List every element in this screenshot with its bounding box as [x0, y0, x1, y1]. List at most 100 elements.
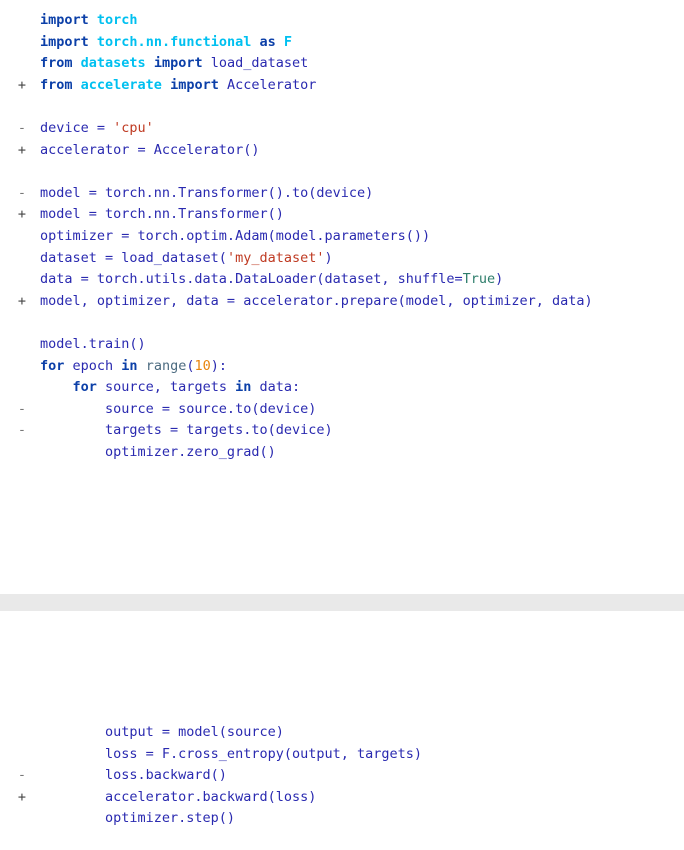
code-token-name: model = torch.nn.Transformer() [40, 206, 284, 223]
code-line-blank [0, 96, 684, 118]
code-line: output = model(source) [0, 722, 684, 744]
code-lines-bottom: output = model(source) loss = F.cross_en… [0, 722, 684, 830]
code-diff-viewer: import torch import torch.nn.functional … [0, 0, 684, 850]
code-line: import torch.nn.functional as F [0, 32, 684, 54]
code-token-name: targets = targets.to(device) [40, 422, 333, 439]
diff-marker-context [0, 312, 26, 334]
code-line: - model = torch.nn.Transformer().to(devic… [0, 183, 684, 205]
code-token-name: model = torch.nn.Transformer().to(device… [40, 184, 374, 201]
code-line: dataset = load_dataset('my_dataset') [0, 248, 684, 270]
code-line-text: model = torch.nn.Transformer().to(device… [26, 183, 373, 205]
code-token-mod: accelerate [80, 76, 162, 93]
code-line: - device = 'cpu' [0, 118, 684, 140]
code-token-kw: from [40, 76, 73, 93]
diff-marker-context [0, 442, 26, 464]
code-line: data = torch.utils.data.DataLoader(datas… [0, 269, 684, 291]
code-token-kw: for [72, 379, 97, 396]
diff-marker-context [0, 10, 26, 32]
code-line-blank [0, 161, 684, 183]
code-line: + accelerator = Accelerator() [0, 140, 684, 162]
code-line: - source = source.to(device) [0, 399, 684, 421]
section-divider-band [0, 594, 684, 611]
diff-marker-context [0, 808, 26, 830]
diff-marker-removed: - [17, 400, 26, 417]
code-line-text: accelerator = Accelerator() [26, 140, 259, 162]
code-token-kw: in [235, 379, 252, 396]
code-token-fn: range [145, 357, 187, 374]
code-line-text: from accelerate import Accelerator [26, 75, 316, 97]
code-line: - targets = targets.to(device) [0, 420, 684, 442]
diff-marker-context [0, 377, 26, 399]
code-token-str: 'cpu' [113, 119, 154, 136]
code-line: model.train() [0, 334, 684, 356]
code-token-name: load_dataset [210, 55, 309, 72]
code-line: + model, optimizer, data = accelerator.pr… [0, 291, 684, 313]
code-token-kw: import [153, 55, 203, 72]
code-token-kw: in [121, 357, 138, 374]
code-line-text: targets = targets.to(device) [26, 420, 333, 442]
code-line-text: from datasets import load_dataset [26, 53, 308, 75]
code-line: + model = torch.nn.Transformer() [0, 204, 684, 226]
code-line-text: model.train() [26, 334, 146, 356]
code-token-num: 10 [194, 357, 211, 374]
code-line-text: device = 'cpu' [26, 118, 154, 140]
code-token-kw: for [40, 357, 65, 374]
code-line: loss = F.cross_entropy(output, targets) [0, 744, 684, 766]
diff-marker-context [0, 248, 26, 270]
code-token-name: source, targets [96, 379, 236, 396]
code-token-name: accelerator = Accelerator() [40, 141, 260, 158]
code-token-str: 'my_dataset' [226, 249, 325, 266]
code-line-text: accelerator.backward(loss) [26, 787, 316, 809]
code-token-name: epoch [64, 357, 122, 374]
code-line-text: source = source.to(device) [26, 399, 316, 421]
code-token-name: ): [210, 357, 228, 374]
code-token-mod: torch [96, 12, 138, 28]
diff-marker-context [0, 269, 26, 291]
diff-marker-context [0, 53, 26, 75]
code-line: for source, targets in data: [0, 377, 684, 399]
diff-marker-context [0, 356, 26, 378]
code-line-text: data = torch.utils.data.DataLoader(datas… [26, 269, 503, 291]
code-line-text: optimizer.zero_grad() [26, 442, 276, 464]
code-token-name: output = model(source) [40, 724, 284, 740]
code-line-text: model, optimizer, data = accelerator.pre… [26, 291, 593, 313]
code-token-name: optimizer = torch.optim.Adam(model.param… [40, 227, 431, 244]
code-line: + from accelerate import Accelerator [0, 75, 684, 97]
code-line-text: import torch [26, 10, 138, 32]
code-line: optimizer = torch.optim.Adam(model.param… [0, 226, 684, 248]
diff-marker-removed: - [17, 184, 26, 201]
diff-marker-added: + [17, 788, 26, 805]
diff-marker-context [0, 32, 26, 54]
code-line-text: model = torch.nn.Transformer() [26, 204, 284, 226]
code-token-name: accelerator.backward(loss) [40, 788, 317, 805]
code-token-name: optimizer.step() [40, 810, 236, 827]
code-token-mod: datasets [80, 55, 146, 72]
code-line: import torch [0, 10, 684, 32]
code-token-name: dataset = load_dataset( [40, 249, 227, 266]
diff-marker-context [0, 226, 26, 248]
diff-marker-added: + [17, 292, 26, 309]
code-line: from datasets import load_dataset [0, 53, 684, 75]
code-token-name: data: [251, 379, 301, 396]
diff-marker-context [0, 334, 26, 356]
code-token-name: model, optimizer, data = accelerator.pre… [40, 292, 593, 309]
code-token-kw: from [40, 55, 73, 72]
code-token-name: loss = F.cross_entropy(output, targets) [40, 745, 423, 762]
diff-marker-context [0, 96, 26, 118]
diff-marker-added: + [17, 206, 26, 223]
code-token-name: data = torch.utils.data.DataLoader(datas… [40, 271, 463, 288]
diff-marker-context [0, 161, 26, 183]
code-token-name: source = source.to(device) [40, 400, 317, 417]
code-token-kw: as [259, 33, 276, 50]
code-line-text: for epoch in range(10): [26, 356, 227, 378]
